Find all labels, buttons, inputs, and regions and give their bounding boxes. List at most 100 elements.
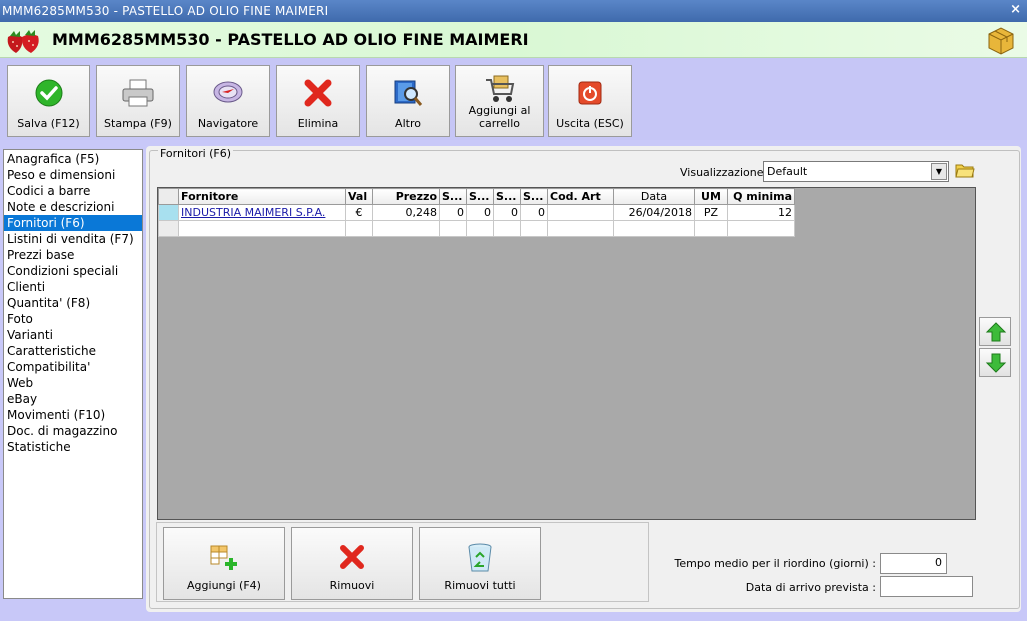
save-button[interactable]: Salva (F12) xyxy=(7,65,90,137)
nav-item-foto[interactable]: Foto xyxy=(4,311,142,327)
save-label: Salva (F12) xyxy=(17,117,80,130)
table-header-row: Fornitore Val Prezzo S... S... S... S...… xyxy=(158,188,795,205)
table-cell[interactable] xyxy=(466,220,494,237)
arrow-down-icon xyxy=(985,353,1007,373)
arrival-date-label: Data di arrivo prevista : xyxy=(745,581,876,594)
nav-item-web[interactable]: Web xyxy=(4,375,142,391)
nav-item-codici-barre[interactable]: Codici a barre xyxy=(4,183,142,199)
add-row-button[interactable]: Aggiungi (F4) xyxy=(163,527,285,600)
folder-icon[interactable] xyxy=(955,161,975,182)
column-header[interactable]: Data xyxy=(613,188,695,205)
book-magnifier-icon xyxy=(392,78,424,111)
table-cell[interactable] xyxy=(547,204,614,221)
nav-item-movimenti[interactable]: Movimenti (F10) xyxy=(4,407,142,423)
table-cell[interactable] xyxy=(345,220,373,237)
table-cell[interactable]: 0 xyxy=(520,204,548,221)
add-to-cart-button[interactable]: Aggiungi al carrello xyxy=(455,65,544,137)
other-button[interactable]: Altro xyxy=(366,65,450,137)
table-cell[interactable]: 0,248 xyxy=(372,204,440,221)
add-to-cart-label: Aggiungi al carrello xyxy=(456,104,543,130)
reorder-time-input[interactable]: 0 xyxy=(880,553,947,574)
column-header[interactable]: S... xyxy=(493,188,521,205)
supplier-link[interactable]: INDUSTRIA MAIMERI S.P.A. xyxy=(181,206,325,219)
remove-row-button[interactable]: Rimuovi xyxy=(291,527,413,600)
table-cell[interactable]: € xyxy=(345,204,373,221)
add-to-cart-label-line2: carrello xyxy=(478,117,520,130)
print-button[interactable]: Stampa (F9) xyxy=(96,65,180,137)
nav-item-condizioni-speciali[interactable]: Condizioni speciali xyxy=(4,263,142,279)
compass-icon xyxy=(212,78,244,109)
nav-item-varianti[interactable]: Varianti xyxy=(4,327,142,343)
row-selector[interactable] xyxy=(158,204,179,221)
print-label: Stampa (F9) xyxy=(104,117,172,130)
column-header[interactable]: Val xyxy=(345,188,373,205)
table-row[interactable]: INDUSTRIA MAIMERI S.P.A. € 0,248 0 0 0 0… xyxy=(158,204,795,221)
view-select[interactable]: Default ▼ xyxy=(763,161,949,182)
navigator-label: Navigatore xyxy=(197,117,259,130)
table-cell[interactable]: 0 xyxy=(466,204,494,221)
table-cell[interactable] xyxy=(694,220,728,237)
table-cell[interactable] xyxy=(520,220,548,237)
nav-item-ebay[interactable]: eBay xyxy=(4,391,142,407)
table-cell[interactable]: 26/04/2018 xyxy=(613,204,695,221)
table-cell[interactable] xyxy=(178,220,346,237)
other-label: Altro xyxy=(395,117,421,130)
nav-item-peso-dimensioni[interactable]: Peso e dimensioni xyxy=(4,167,142,183)
table-cell[interactable] xyxy=(372,220,440,237)
grid-actions: Aggiungi (F4) Rimuovi Rimuovi tutti xyxy=(156,522,649,602)
delete-button[interactable]: Elimina xyxy=(276,65,360,137)
view-select-value: Default xyxy=(767,165,808,178)
close-window-button[interactable]: × xyxy=(1010,2,1021,17)
column-header[interactable]: S... xyxy=(439,188,467,205)
column-header[interactable]: Q minima xyxy=(727,188,795,205)
shopping-cart-icon xyxy=(484,74,516,107)
nav-item-compatibilita[interactable]: Compatibilita' xyxy=(4,359,142,375)
row-selector[interactable] xyxy=(158,220,179,237)
table-cell[interactable] xyxy=(727,220,795,237)
nav-item-anagrafica[interactable]: Anagrafica (F5) xyxy=(4,151,142,167)
suppliers-table: Fornitore Val Prezzo S... S... S... S...… xyxy=(158,188,795,237)
red-x-icon xyxy=(303,78,333,111)
add-row-label: Aggiungi (F4) xyxy=(187,579,261,592)
table-cell[interactable] xyxy=(493,220,521,237)
column-header[interactable]: Cod. Art xyxy=(547,188,614,205)
section-nav: Anagrafica (F5) Peso e dimensioni Codici… xyxy=(3,149,143,599)
column-header[interactable]: Prezzo xyxy=(372,188,440,205)
remove-all-button[interactable]: Rimuovi tutti xyxy=(419,527,541,600)
nav-item-prezzi-base[interactable]: Prezzi base xyxy=(4,247,142,263)
column-header[interactable]: Fornitore xyxy=(178,188,346,205)
table-cell[interactable] xyxy=(613,220,695,237)
table-cell[interactable] xyxy=(439,220,467,237)
reorder-arrows xyxy=(979,317,1011,379)
nav-item-clienti[interactable]: Clienti xyxy=(4,279,142,295)
nav-item-fornitori[interactable]: Fornitori (F6) xyxy=(4,215,142,231)
nav-item-doc-magazzino[interactable]: Doc. di magazzino xyxy=(4,423,142,439)
nav-item-listini-vendita[interactable]: Listini di vendita (F7) xyxy=(4,231,142,247)
navigator-button[interactable]: Navigatore xyxy=(186,65,270,137)
table-cell[interactable]: 0 xyxy=(439,204,467,221)
table-row-empty[interactable] xyxy=(158,220,795,237)
window-titlebar: MMM6285MM530 - PASTELLO AD OLIO FINE MAI… xyxy=(0,0,1027,22)
table-cell[interactable]: 12 xyxy=(727,204,795,221)
exit-button[interactable]: Uscita (ESC) xyxy=(548,65,632,137)
column-header[interactable]: S... xyxy=(520,188,548,205)
table-cell[interactable]: 0 xyxy=(493,204,521,221)
move-up-button[interactable] xyxy=(979,317,1011,346)
column-header[interactable]: UM xyxy=(694,188,728,205)
printer-icon xyxy=(121,78,155,111)
nav-item-note-descrizioni[interactable]: Note e descrizioni xyxy=(4,199,142,215)
nav-item-quantita[interactable]: Quantita' (F8) xyxy=(4,295,142,311)
remove-row-label: Rimuovi xyxy=(329,579,375,592)
move-down-button[interactable] xyxy=(979,348,1011,377)
strawberry-icon xyxy=(4,27,44,58)
suppliers-group-legend: Fornitori (F6) xyxy=(158,147,234,160)
grid-add-icon xyxy=(209,542,239,575)
table-cell[interactable] xyxy=(547,220,614,237)
arrival-date-input[interactable] xyxy=(880,576,973,597)
exit-label: Uscita (ESC) xyxy=(556,117,624,130)
nav-item-statistiche[interactable]: Statistiche xyxy=(4,439,142,455)
chevron-down-icon[interactable]: ▼ xyxy=(931,163,947,180)
table-cell[interactable]: PZ xyxy=(694,204,728,221)
nav-item-caratteristiche[interactable]: Caratteristiche xyxy=(4,343,142,359)
column-header[interactable]: S... xyxy=(466,188,494,205)
